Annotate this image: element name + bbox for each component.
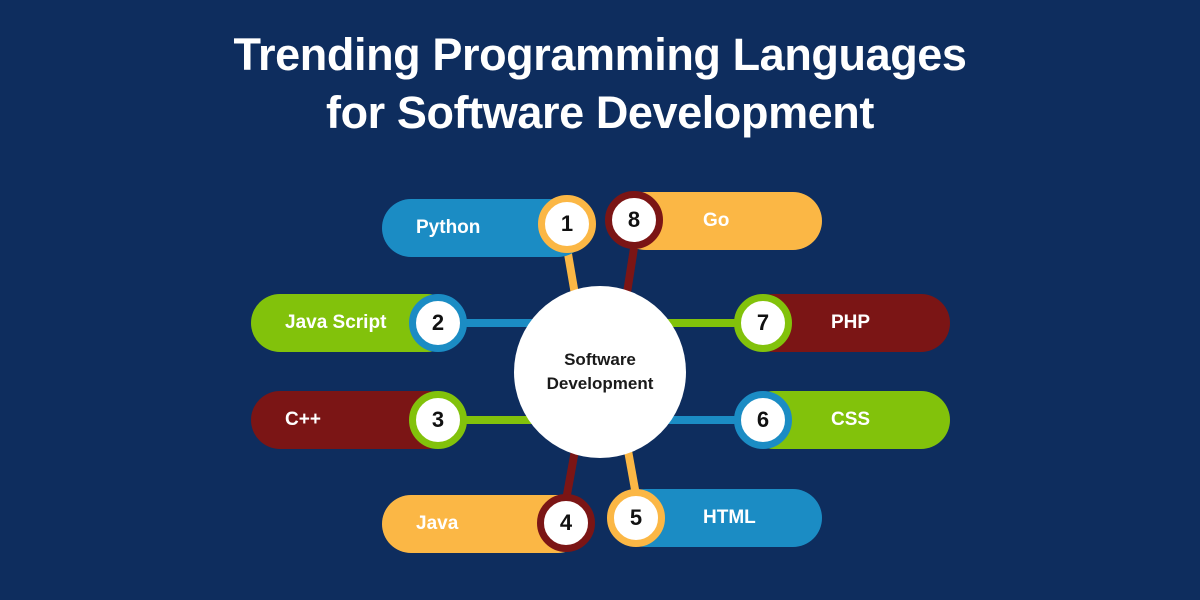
node-number-2: 2: [431, 310, 445, 335]
center-hub[interactable]: Software Development: [514, 286, 686, 458]
node-number-5: 5: [629, 505, 643, 530]
node-badge-1[interactable]: 1: [538, 195, 596, 253]
node-badge-6[interactable]: 6: [734, 391, 792, 449]
node-badge-7[interactable]: 7: [734, 294, 792, 352]
infographic-canvas: Trending Programming Languages for Softw…: [0, 0, 1200, 600]
node-number-3: 3: [431, 407, 445, 432]
node-label-html: HTML: [703, 507, 756, 528]
node-badge-2[interactable]: 2: [409, 294, 467, 352]
node-label-php: PHP: [831, 312, 871, 333]
node-number-6: 6: [756, 407, 770, 432]
diagram-stage: Python Java Script C++ Java Go PHP CSS H…: [0, 0, 1200, 600]
node-number-4: 4: [559, 510, 573, 535]
node-badge-5[interactable]: 5: [607, 489, 665, 547]
node-label-java: Java: [416, 513, 459, 534]
node-label-cpp: C++: [285, 409, 321, 430]
node-badge-8[interactable]: 8: [605, 191, 663, 249]
node-badge-4[interactable]: 4: [537, 494, 595, 552]
node-number-1: 1: [560, 211, 574, 236]
node-label-javascript: Java Script: [285, 312, 387, 333]
node-label-python: Python: [416, 217, 481, 238]
node-label-css: CSS: [831, 409, 871, 430]
node-number-7: 7: [756, 310, 770, 335]
hub-line-2: Development: [546, 374, 654, 393]
hub-line-1: Software: [564, 350, 636, 369]
node-label-go: Go: [703, 210, 730, 231]
node-number-8: 8: [627, 207, 641, 232]
node-badge-3[interactable]: 3: [409, 391, 467, 449]
